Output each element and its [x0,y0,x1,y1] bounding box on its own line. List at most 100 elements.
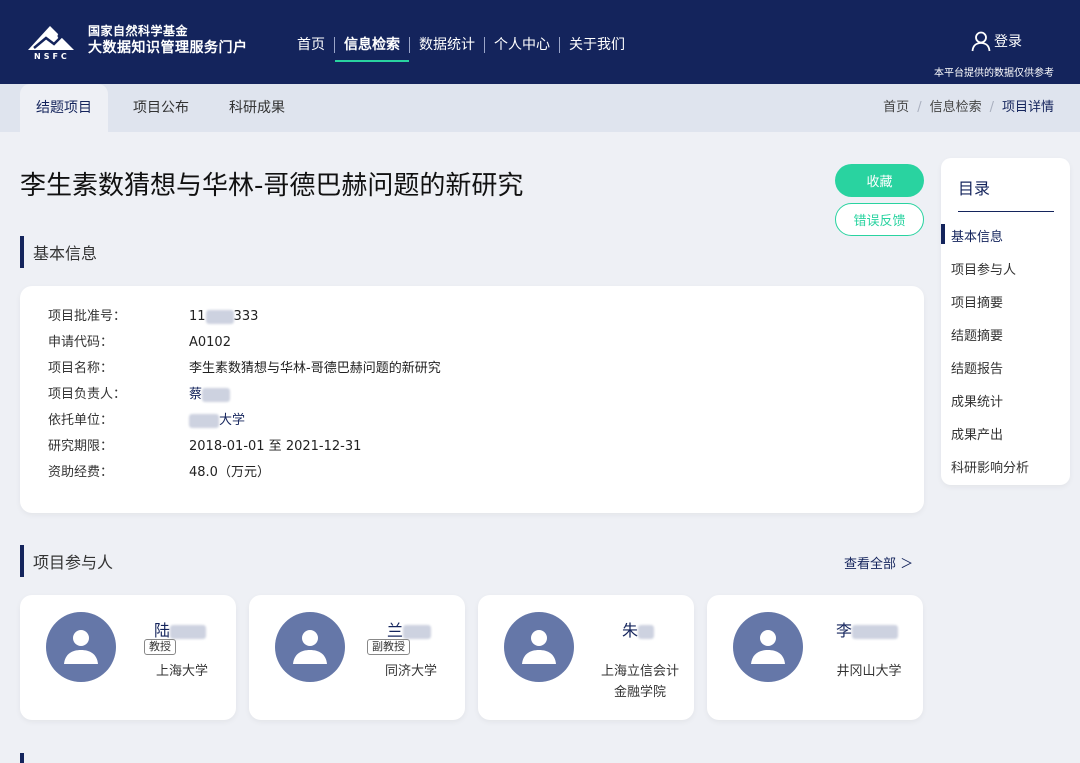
toc-item-conclusion-abstract[interactable]: 结题摘要 [951,325,1003,344]
participant-org: 上海大学 [155,664,208,679]
page-title: 李生素数猜想与华林-哥德巴赫问题的新研究 [20,171,524,201]
participant-card[interactable]: 李 井冈山大学 [707,595,923,720]
nav-home[interactable]: 首页 [288,31,334,59]
breadcrumb: 首页 / 信息检索 / 项目详情 [883,84,1054,132]
institution-suffix: 大学 [219,413,246,428]
person-placeholder-icon [522,630,556,664]
info-value: 2018-01-01 至 2021-12-31 [189,439,362,454]
error-feedback-button[interactable]: 错误反馈 [835,203,924,236]
person-placeholder-icon [751,630,785,664]
section-participants-header: 项目参与人 [20,545,113,577]
participant-card[interactable]: 朱 上海立信会计 金融学院 [478,595,694,720]
logo-line2: 大数据知识管理服务门户 [88,40,248,56]
avatar [46,612,116,682]
info-row-application-code: 申请代码： A0102 [48,334,231,352]
info-label: 依托单位： [48,413,114,428]
data-disclaimer: 本平台提供的数据仅供参考 [934,68,1054,79]
tab-research-results[interactable]: 科研成果 [229,84,285,132]
info-label: 申请代码： [48,335,114,350]
info-row-project-leader: 项目负责人： 蔡 [48,386,231,404]
institution-link[interactable]: 大学 [189,412,245,430]
toc-title: 目录 [958,179,991,198]
nav-statistics[interactable]: 数据统计 [410,31,484,59]
participant-org-line: 上海立信会计 [600,664,679,679]
redacted-mask [189,413,219,428]
participant-org: 同济大学 [384,664,437,679]
section-basic-info-header: 基本信息 [20,236,97,268]
table-of-contents: 目录 基本信息 项目参与人 项目摘要 结题摘要 结题报告 成果统计 成果产出 科… [941,158,1070,485]
info-label: 研究期限： [48,439,114,454]
leader-name-prefix: 蔡 [189,387,203,402]
info-value: 11 333 [189,308,258,326]
main-nav: 首页 信息检索 数据统计 个人中心 关于我们 [288,30,634,62]
user-icon [971,31,991,52]
project-leader-link[interactable]: 蔡 [189,386,231,404]
approval-number-prefix: 11 [189,309,206,324]
info-label: 项目批准号： [48,309,127,324]
person-placeholder-icon [293,630,327,664]
participant-org-line: 金融学院 [613,685,666,700]
breadcrumb-search[interactable]: 信息检索 [930,84,982,132]
participant-name: 陆 [124,617,236,641]
logo-text[interactable]: 国家自然科学基金 大数据知识管理服务门户 [88,24,248,58]
nav-about[interactable]: 关于我们 [560,31,634,59]
info-value: 李生素数猜想与华林-哥德巴赫问题的新研究 [189,361,441,376]
top-header: NSFC 国家自然科学基金 大数据知识管理服务门户 首页 信息检索 数据统计 个… [0,0,1080,84]
toc-item-conclusion-report[interactable]: 结题报告 [951,358,1003,377]
sub-nav-bar: 结题项目 项目公布 科研成果 首页 / 信息检索 / 项目详情 [0,84,1080,132]
info-value: A0102 [189,335,231,350]
breadcrumb-separator: / [917,100,922,115]
avatar [275,612,345,682]
toc-item-project-abstract[interactable]: 项目摘要 [951,292,1003,311]
toc-item-basic-info[interactable]: 基本信息 [951,226,1003,245]
toc-active-indicator [941,224,945,244]
tab-closed-projects[interactable]: 结题项目 [20,84,108,132]
next-section-marker [20,753,24,763]
toc-item-result-output[interactable]: 成果产出 [951,424,1003,443]
section-title: 项目参与人 [33,553,114,572]
nav-personal-center[interactable]: 个人中心 [485,31,559,59]
login-button[interactable]: 登录 [970,30,1022,52]
participant-name: 朱 [582,617,694,641]
info-value: 48.0（万元） [189,465,270,480]
redacted-mask [403,624,431,639]
info-row-research-period: 研究期限： 2018-01-01 至 2021-12-31 [48,438,361,456]
breadcrumb-separator: / [989,100,994,115]
participant-org: 井冈山大学 [836,664,902,679]
logo-line1: 国家自然科学基金 [88,24,189,38]
collect-button[interactable]: 收藏 [835,164,924,197]
section-marker [20,545,24,577]
approval-number-suffix: 333 [233,309,259,324]
login-label: 登录 [994,34,1022,50]
toc-item-result-statistics[interactable]: 成果统计 [951,391,1003,410]
toc-item-impact-analysis[interactable]: 科研影响分析 [951,457,1029,476]
info-label: 项目名称： [48,361,114,376]
info-row-institution: 依托单位： 大学 [48,412,245,430]
section-marker [20,236,24,268]
view-all-link[interactable]: 查看全部 ＞ [844,553,913,572]
participant-name: 兰 [353,617,465,641]
breadcrumb-home[interactable]: 首页 [883,84,909,132]
info-row-project-name: 项目名称： 李生素数猜想与华林-哥德巴赫问题的新研究 [48,360,441,378]
participant-name: 李 [811,617,923,641]
breadcrumb-project-detail: 项目详情 [1001,100,1054,115]
tab-project-announcement[interactable]: 项目公布 [133,84,189,132]
basic-info-card: 项目批准号： 11 333 申请代码： A0102 项目名称： 李生素数猜想与华林… [20,286,924,513]
redacted-mask [852,624,898,639]
info-row-approval-number: 项目批准号： 11 333 [48,308,258,326]
redacted-mask [170,624,206,639]
participant-card[interactable]: 陆 教授 上海大学 [20,595,236,720]
logo-badge: NSFC [34,52,70,61]
participant-rank: 副教授 [367,639,410,655]
redacted-mask [638,624,654,639]
person-placeholder-icon [64,630,98,664]
section-title: 基本信息 [33,244,98,263]
avatar [733,612,803,682]
info-label: 项目负责人： [48,387,127,402]
info-label: 资助经费： [48,465,114,480]
participant-card[interactable]: 兰 副教授 同济大学 [249,595,465,720]
toc-item-participants[interactable]: 项目参与人 [951,259,1016,278]
nav-search[interactable]: 信息检索 [335,31,409,62]
avatar [504,612,574,682]
toc-divider [958,211,1054,212]
